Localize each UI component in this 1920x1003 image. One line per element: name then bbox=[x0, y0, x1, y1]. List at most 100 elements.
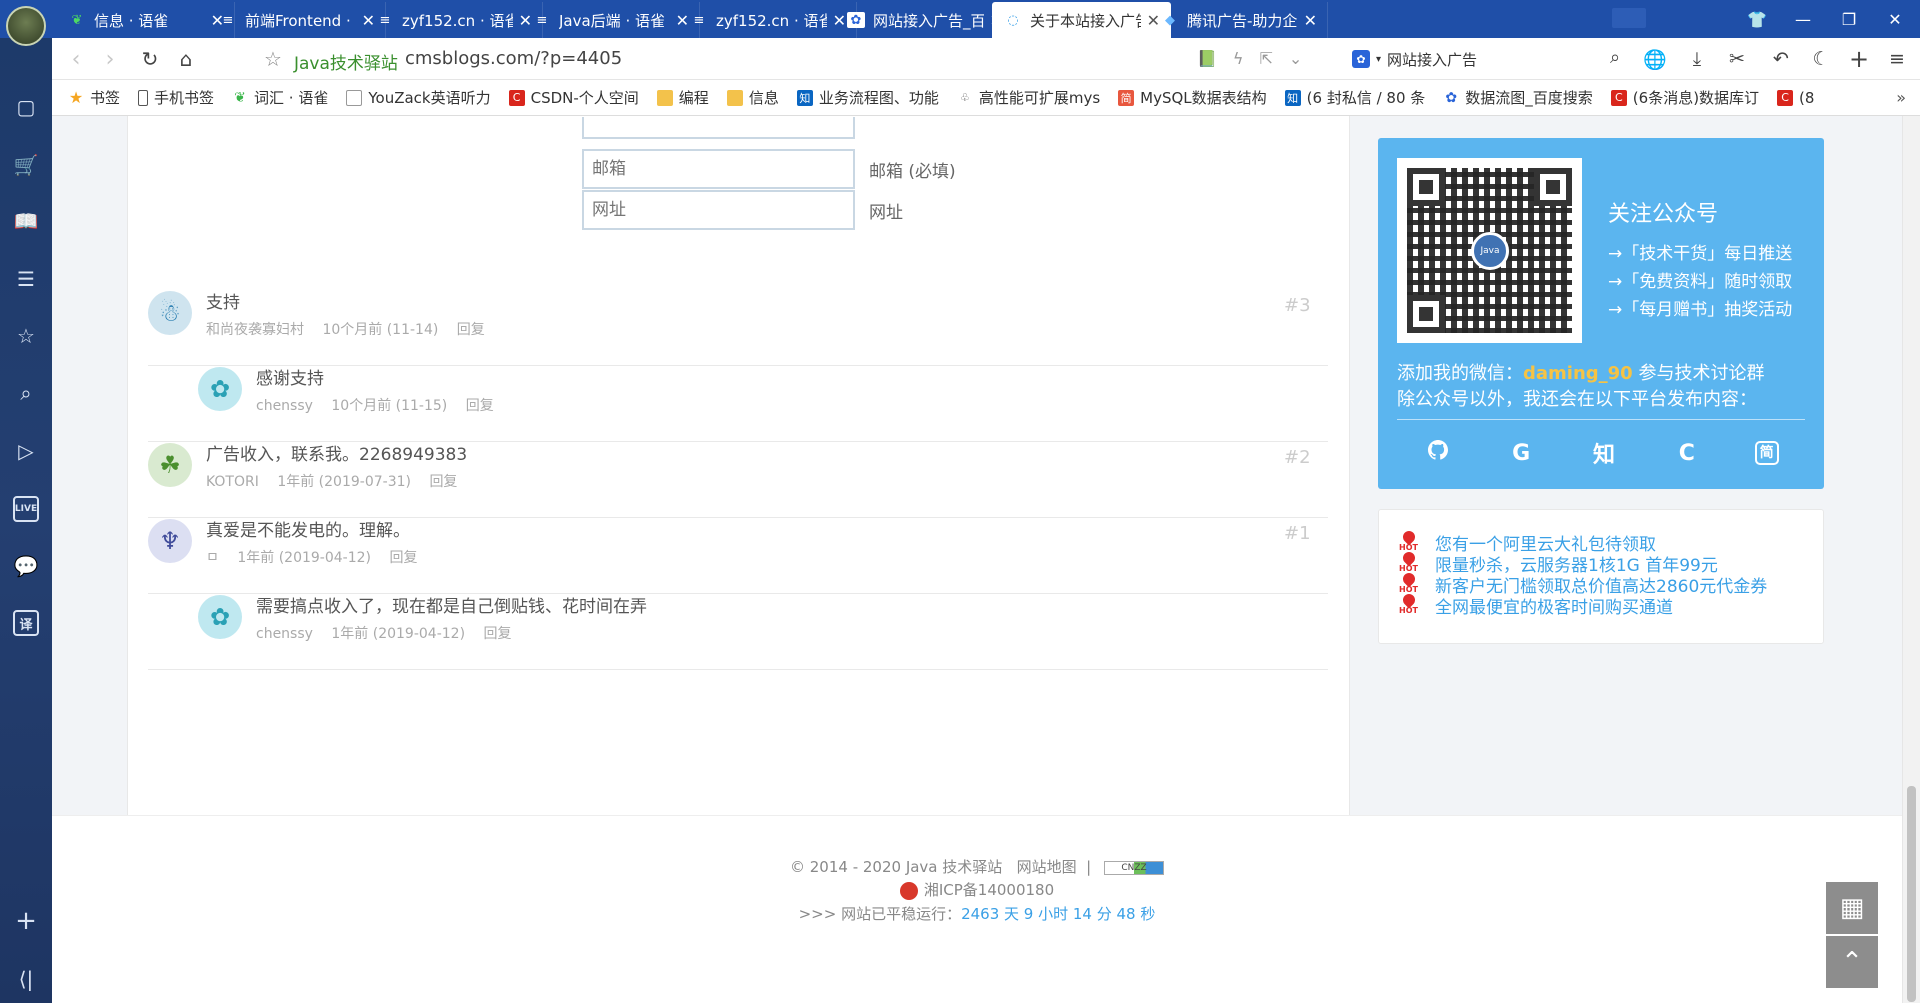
tab-5[interactable]: ✿ 网站接入广告_百度 ✕ bbox=[835, 2, 1014, 38]
ad-link[interactable]: HOT 全网最便宜的极客时间购买通道 bbox=[1399, 591, 1673, 618]
comment-author[interactable]: chenssy bbox=[256, 626, 313, 642]
bookmark-item[interactable]: YouZack英语听力 bbox=[346, 87, 491, 108]
avatar[interactable]: ✿ bbox=[198, 595, 242, 639]
bookmark-item[interactable]: 编程 bbox=[656, 87, 709, 108]
comment-number[interactable]: #2 bbox=[1284, 447, 1311, 468]
icp-link[interactable]: 湘ICP备14000180 bbox=[924, 881, 1054, 899]
bookmark-item[interactable]: ★ 书签 bbox=[68, 87, 120, 108]
home-icon[interactable]: ⌂ bbox=[174, 47, 198, 71]
search-engine-box[interactable]: ✿ ▾ 网站接入广告 bbox=[1352, 46, 1477, 72]
close-window-icon[interactable]: ✕ bbox=[1872, 0, 1918, 38]
comment-author[interactable]: KOTORI bbox=[206, 474, 259, 490]
bookmark-item[interactable]: 信息 bbox=[726, 87, 779, 108]
csdn-icon[interactable]: C bbox=[1672, 441, 1702, 466]
qr-code-button[interactable]: ▦ bbox=[1826, 882, 1878, 934]
tab-2[interactable]: ≡ zyf152.cn · 语雀 ✕ bbox=[364, 2, 543, 38]
website-field[interactable] bbox=[582, 190, 855, 230]
tab-6-active[interactable]: ◌ 关于本站接入广告 ✕ bbox=[992, 2, 1171, 38]
comment-number[interactable]: #1 bbox=[1284, 523, 1311, 544]
back-icon[interactable]: ‹ bbox=[64, 47, 88, 72]
reader-icon[interactable]: 📗 bbox=[1197, 49, 1217, 68]
reload-icon[interactable]: ↻ bbox=[138, 47, 162, 71]
wechat-add-text: 添加我的微信：daming_90 参与技术讨论群 bbox=[1397, 359, 1764, 385]
video-icon[interactable]: ▷ bbox=[13, 438, 39, 464]
comment-number[interactable]: #3 bbox=[1284, 295, 1311, 316]
bookmark-item[interactable]: 手机书签 bbox=[138, 87, 214, 108]
comment-author[interactable]: ㅁ bbox=[206, 550, 219, 566]
bookmark-item[interactable]: C (6条消息)数据库订 bbox=[1610, 87, 1759, 108]
avatar[interactable]: ✿ bbox=[198, 367, 242, 411]
add-icon[interactable]: + bbox=[13, 906, 39, 936]
reply-link[interactable]: 回复 bbox=[457, 322, 485, 338]
back-to-top-button[interactable]: ⌃ bbox=[1826, 936, 1878, 988]
forward-icon[interactable]: › bbox=[98, 47, 122, 72]
lightning-icon[interactable]: ϟ bbox=[1233, 49, 1244, 68]
translate-icon[interactable]: 译 bbox=[13, 610, 39, 636]
menu-icon[interactable]: ≡ bbox=[1884, 46, 1910, 72]
avatar[interactable]: ☘ bbox=[148, 443, 192, 487]
comment-author[interactable]: chenssy bbox=[256, 398, 313, 414]
search-icon[interactable]: ⌕ bbox=[1610, 47, 1620, 68]
email-field[interactable] bbox=[582, 149, 855, 189]
comment-author[interactable]: 和尚夜袭寡妇村 bbox=[206, 322, 304, 338]
reply-link[interactable]: 回复 bbox=[389, 550, 417, 566]
bookmark-item[interactable]: ✿ 数据流图_百度搜索 bbox=[1443, 87, 1592, 108]
share-icon[interactable]: ⇱ bbox=[1259, 49, 1272, 68]
bookmark-item[interactable]: 简 MySQL数据表结构 bbox=[1118, 87, 1267, 108]
star-icon[interactable]: ☆ bbox=[13, 323, 39, 349]
gitchat-icon[interactable]: G bbox=[1506, 441, 1536, 466]
footer-uptime-line: >>> 网站已平稳运行：2463 天 9 小时 14 分 48 秒 bbox=[52, 903, 1902, 924]
reply-link[interactable]: 回复 bbox=[429, 474, 457, 490]
more-bookmarks-icon[interactable]: » bbox=[1896, 88, 1906, 107]
chevron-down-icon[interactable]: ⌄ bbox=[1289, 49, 1302, 68]
bookmark-item[interactable]: ❦ 词汇 · 语雀 bbox=[232, 87, 328, 108]
sitemap-link[interactable]: 网站地图 bbox=[1017, 858, 1077, 876]
tab-7[interactable]: ◆ 腾讯广告-助力企业 ✕ bbox=[1149, 2, 1328, 38]
book-icon[interactable]: 📖 bbox=[13, 208, 39, 234]
minimize-icon[interactable]: — bbox=[1780, 0, 1826, 38]
collapse-sidebar-icon[interactable]: ⟨| bbox=[13, 966, 39, 992]
bookmark-item[interactable]: 知 (6 封私信 / 80 条 bbox=[1284, 87, 1425, 108]
bookmark-item[interactable]: 知业务流程图、功能 bbox=[796, 87, 939, 108]
box-icon[interactable]: ▢ bbox=[13, 94, 39, 120]
new-tab-slot[interactable] bbox=[1612, 8, 1646, 28]
avatar[interactable]: ☃ bbox=[148, 291, 192, 335]
bookmark-item[interactable]: C CSDN-个人空间 bbox=[508, 87, 639, 108]
tab-3[interactable]: ≡ Java后端 · 语雀 ✕ bbox=[521, 2, 700, 38]
comment-text: 真爱是不能发电的。理解。 bbox=[206, 521, 410, 541]
scrollbar-thumb[interactable] bbox=[1907, 786, 1916, 1002]
night-mode-icon[interactable]: ☾ bbox=[1808, 46, 1834, 72]
divider bbox=[148, 441, 1328, 442]
bookmark-star-icon[interactable]: ☆ bbox=[264, 47, 282, 71]
restore-icon[interactable]: ❐ bbox=[1826, 0, 1872, 38]
github-icon[interactable] bbox=[1423, 438, 1453, 468]
tab-title: zyf152.cn · 语雀 bbox=[402, 11, 513, 30]
shirt-skin-icon[interactable]: 👕 bbox=[1734, 0, 1780, 38]
browser-avatar[interactable] bbox=[6, 6, 46, 46]
download-icon[interactable]: ⤓ bbox=[1684, 46, 1710, 72]
cnzz-badge[interactable]: CNZZ bbox=[1104, 860, 1164, 875]
add-icon[interactable]: + bbox=[1846, 45, 1872, 73]
chat-icon[interactable]: 💬 bbox=[13, 553, 39, 579]
reply-link[interactable]: 回复 bbox=[484, 626, 512, 642]
bookmark-item[interactable]: C (8 bbox=[1777, 89, 1814, 107]
tab-1[interactable]: ≡ 前端Frontend · 语雀 ✕ bbox=[207, 2, 386, 38]
live-icon[interactable]: LIVE bbox=[13, 496, 39, 522]
zhihu-icon[interactable]: 知 bbox=[1589, 437, 1619, 469]
avatar[interactable]: ♆ bbox=[148, 519, 192, 563]
search-icon[interactable]: ⌕ bbox=[13, 380, 39, 406]
cart-icon[interactable]: 🛒 bbox=[13, 152, 39, 178]
name-field-partial[interactable] bbox=[582, 117, 855, 139]
bookmark-item[interactable]: ♧ 高性能可扩展mys bbox=[957, 87, 1100, 108]
tab-4[interactable]: ≡ zyf152.cn · 语雀 ✕ bbox=[678, 2, 857, 38]
page-scrollbar[interactable] bbox=[1902, 116, 1920, 1003]
reply-link[interactable]: 回复 bbox=[466, 398, 494, 414]
copyright-text: © 2014 - 2020 Java 技术驿站 bbox=[789, 858, 1003, 876]
news-icon[interactable]: ☰ bbox=[13, 266, 39, 292]
cut-icon[interactable]: ✂ bbox=[1724, 46, 1750, 72]
jianshu-icon[interactable]: 简 bbox=[1754, 441, 1779, 465]
close-icon[interactable]: ✕ bbox=[1304, 11, 1317, 30]
undo-icon[interactable]: ↶ bbox=[1768, 46, 1794, 72]
url-input[interactable]: cmsblogs.com/?p=4405 bbox=[405, 48, 622, 69]
globe-icon[interactable]: 🌐 bbox=[1642, 46, 1668, 72]
